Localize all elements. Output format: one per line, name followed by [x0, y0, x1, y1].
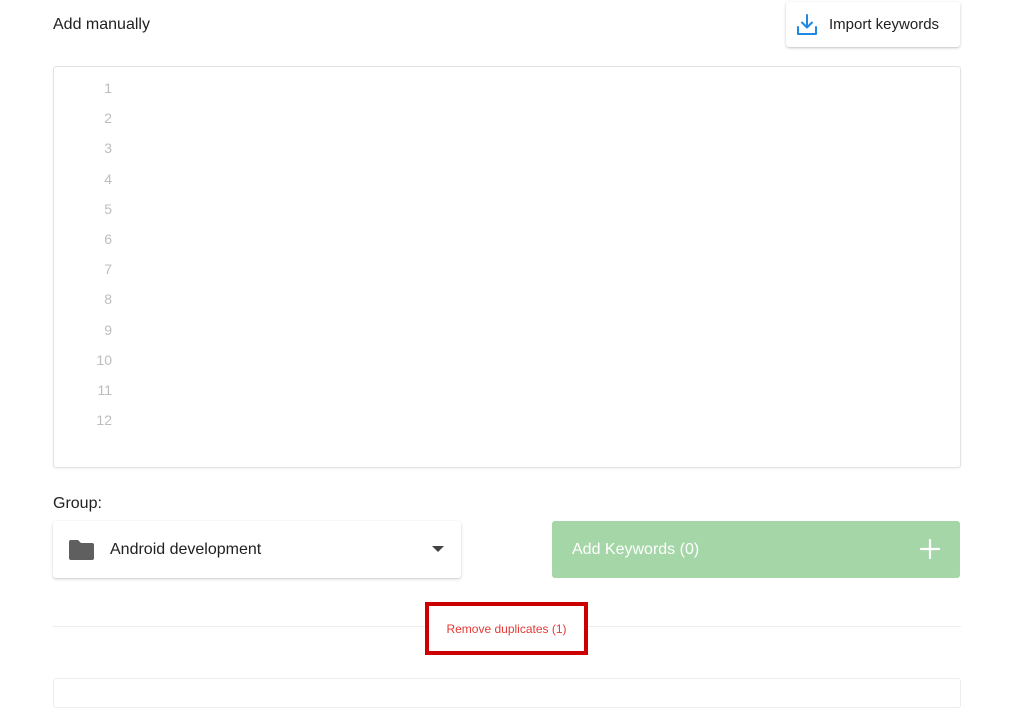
group-label: Group: [53, 495, 102, 512]
line-number: 9 [104, 321, 112, 338]
bottom-panel [53, 678, 961, 708]
download-tray-icon [795, 13, 819, 37]
plus-icon [919, 538, 941, 560]
chevron-down-icon [432, 546, 444, 552]
folder-icon [68, 539, 95, 561]
line-number-gutter: 1 2 3 4 5 6 7 8 9 10 11 12 [54, 73, 112, 435]
group-select-value: Android development [110, 540, 262, 558]
group-select[interactable]: Android development [53, 521, 461, 578]
import-keywords-label: Import keywords [829, 16, 940, 33]
import-keywords-button[interactable]: Import keywords [786, 2, 960, 47]
keywords-editor[interactable]: 1 2 3 4 5 6 7 8 9 10 11 12 [53, 66, 961, 468]
line-number: 5 [104, 200, 112, 217]
line-number: 11 [97, 381, 112, 398]
line-number: 6 [104, 230, 112, 247]
line-number: 8 [104, 291, 112, 308]
line-number: 3 [104, 140, 112, 157]
remove-duplicates-button[interactable]: Remove duplicates (1) [425, 602, 588, 655]
line-number: 2 [104, 110, 112, 127]
line-number: 1 [104, 80, 112, 96]
section-title: Add manually [53, 16, 150, 33]
line-number: 10 [96, 351, 112, 368]
add-keywords-button[interactable]: Add Keywords (0) [552, 521, 960, 578]
add-keywords-label: Add Keywords (0) [572, 540, 700, 558]
line-number: 7 [104, 261, 112, 278]
remove-duplicates-label: Remove duplicates (1) [446, 621, 567, 636]
line-number: 12 [96, 412, 112, 429]
line-number: 4 [104, 170, 112, 187]
